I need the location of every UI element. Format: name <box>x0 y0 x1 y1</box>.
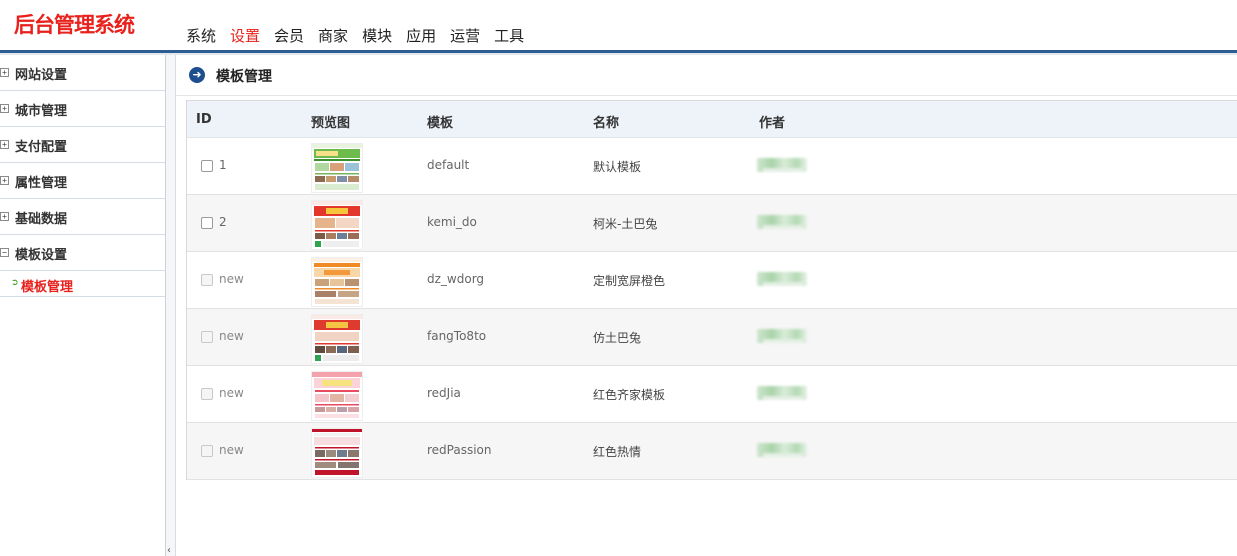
chevron-left-icon[interactable]: ‹ <box>167 545 171 556</box>
table-row[interactable]: new fangTo8to 仿土巴兔 <box>187 309 1237 366</box>
expand-plus-icon: + <box>0 212 9 221</box>
template-preview-image[interactable] <box>311 428 363 478</box>
row-id: 1 <box>219 158 227 172</box>
expand-plus-icon: + <box>0 68 9 77</box>
sidebar-group-label: 模板设置 <box>15 248 68 263</box>
template-table: ID 预览图 模板 名称 作者 1 default 默认模板 2 kemi_do… <box>186 100 1237 480</box>
sidebar-collapse-bar[interactable]: ‹ <box>166 55 176 556</box>
sidebar-group-label: 网站设置 <box>15 68 68 83</box>
table-row[interactable]: new dz_wdorg 定制宽屏橙色 <box>187 252 1237 309</box>
table-header: ID 预览图 模板 名称 作者 <box>187 101 1237 138</box>
nav-item-merchants[interactable]: 商家 <box>312 26 354 50</box>
table-row[interactable]: new redPassion 红色热情 <box>187 423 1237 480</box>
sidebar-group-city[interactable]: + 城市管理 <box>0 91 165 127</box>
expand-plus-icon: + <box>0 140 9 149</box>
row-checkbox[interactable] <box>201 445 213 457</box>
table-row[interactable]: new redJia 红色齐家模板 <box>187 366 1237 423</box>
expand-plus-icon: + <box>0 176 9 185</box>
column-header-author: 作者 <box>759 116 786 131</box>
template-name: 红色热情 <box>593 445 642 459</box>
template-name: 柯米-土巴兔 <box>593 217 658 231</box>
template-preview-image[interactable] <box>311 371 363 421</box>
column-header-preview: 预览图 <box>311 116 351 131</box>
template-name: 红色齐家模板 <box>593 388 666 402</box>
author-blurred <box>757 329 807 343</box>
table-row[interactable]: 2 kemi_do 柯米-土巴兔 <box>187 195 1237 252</box>
nav-item-apps[interactable]: 应用 <box>400 26 442 50</box>
sidebar: + 网站设置 + 城市管理 + 支付配置 + 属性管理 + 基础数据 − 模板设… <box>0 55 166 556</box>
sidebar-group-label: 支付配置 <box>15 140 68 155</box>
template-preview-image[interactable] <box>311 314 363 364</box>
table-row[interactable]: 1 default 默认模板 <box>187 138 1237 195</box>
top-nav: 系统 设置 会员 商家 模块 应用 运营 工具 <box>180 26 532 50</box>
row-id: new <box>219 443 244 457</box>
sidebar-group-basic-data[interactable]: + 基础数据 <box>0 199 165 235</box>
expand-plus-icon: + <box>0 104 9 113</box>
sidebar-item-label: 模板管理 <box>21 280 74 295</box>
nav-item-modules[interactable]: 模块 <box>356 26 398 50</box>
template-preview-image[interactable] <box>311 257 363 307</box>
template-dir: default <box>427 158 470 172</box>
sidebar-group-label: 基础数据 <box>15 212 68 227</box>
template-dir: dz_wdorg <box>427 272 485 286</box>
column-header-id: ID <box>196 112 212 127</box>
template-name: 仿土巴兔 <box>593 331 642 345</box>
author-blurred <box>757 215 807 229</box>
template-dir: kemi_do <box>427 215 477 229</box>
template-name: 定制宽屏橙色 <box>593 274 666 288</box>
sidebar-group-attributes[interactable]: + 属性管理 <box>0 163 165 199</box>
author-blurred <box>757 443 807 457</box>
sidebar-group-label: 属性管理 <box>15 176 68 191</box>
sidebar-item-template-manage[interactable]: ➲ 模板管理 <box>0 271 165 297</box>
sidebar-group-label: 城市管理 <box>15 104 68 119</box>
nav-item-settings[interactable]: 设置 <box>224 26 266 50</box>
nav-item-system[interactable]: 系统 <box>180 26 222 50</box>
column-header-name: 名称 <box>593 116 620 131</box>
author-blurred <box>757 386 807 400</box>
template-dir: redJia <box>427 386 461 400</box>
nav-item-tools[interactable]: 工具 <box>488 26 530 50</box>
template-preview-image[interactable] <box>311 200 363 250</box>
page-title: 模板管理 <box>216 69 272 85</box>
arrow-right-circle-icon: ➜ <box>189 67 205 83</box>
template-dir: redPassion <box>427 443 492 457</box>
template-name: 默认模板 <box>593 160 642 174</box>
header: 后台管理系统 系统 设置 会员 商家 模块 应用 运营 工具 <box>0 0 1237 50</box>
template-preview-image[interactable] <box>311 143 363 193</box>
sidebar-group-template-settings[interactable]: − 模板设置 <box>0 235 165 271</box>
nav-item-operations[interactable]: 运营 <box>444 26 486 50</box>
row-checkbox[interactable] <box>201 217 213 229</box>
sidebar-group-site-settings[interactable]: + 网站设置 <box>0 55 165 91</box>
template-dir: fangTo8to <box>427 329 487 343</box>
column-header-template: 模板 <box>427 116 454 131</box>
row-id: new <box>219 272 244 286</box>
author-blurred <box>757 158 807 172</box>
sidebar-group-payment[interactable]: + 支付配置 <box>0 127 165 163</box>
nav-item-members[interactable]: 会员 <box>268 26 310 50</box>
row-id: 2 <box>219 215 227 229</box>
row-checkbox[interactable] <box>201 331 213 343</box>
row-id: new <box>219 386 244 400</box>
app-logo: 后台管理系统 <box>14 13 135 37</box>
page-title-bar: ➜ 模板管理 <box>176 55 1237 95</box>
row-id: new <box>219 329 244 343</box>
arrow-right-icon: ➲ <box>11 278 19 288</box>
collapse-minus-icon: − <box>0 248 9 257</box>
author-blurred <box>757 272 807 286</box>
row-checkbox[interactable] <box>201 160 213 172</box>
row-checkbox[interactable] <box>201 274 213 286</box>
row-checkbox[interactable] <box>201 388 213 400</box>
title-divider <box>176 95 1237 96</box>
main-content: ➜ 模板管理 ID 预览图 模板 名称 作者 1 default 默认模板 2 … <box>176 55 1237 556</box>
